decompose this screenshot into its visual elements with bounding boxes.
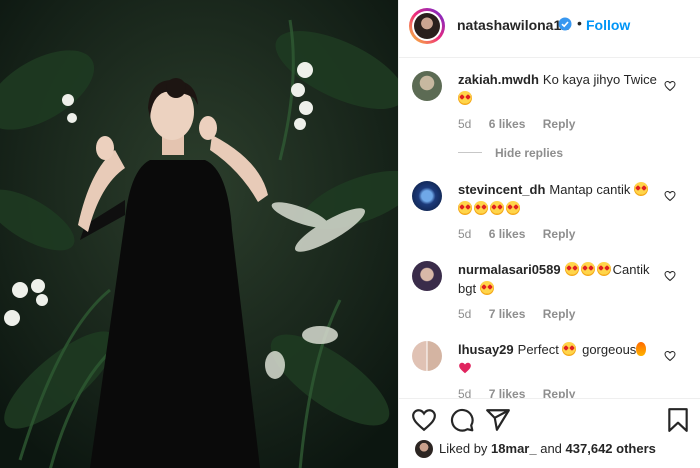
commenter-username[interactable]: zakiah.mwdh xyxy=(458,72,539,87)
post-photo[interactable] xyxy=(0,0,398,468)
follow-button[interactable]: Follow xyxy=(586,17,630,33)
comment-text-block: stevincent_dh Mantap cantik xyxy=(458,180,658,218)
comment-likes[interactable]: 6 likes xyxy=(489,117,526,131)
comment-meta: 5d 6 likes Reply xyxy=(458,227,589,241)
likes-prefix: Liked by xyxy=(439,441,488,456)
likes-summary: Liked by 18mar_ and 437,642 others xyxy=(439,441,656,456)
star-struck-emoji xyxy=(562,342,577,356)
like-comment-heart-icon[interactable] xyxy=(664,270,676,282)
likes-count[interactable]: 437,642 others xyxy=(566,441,656,456)
reply-button[interactable]: Reply xyxy=(543,227,576,241)
like-comment-heart-icon[interactable] xyxy=(664,350,676,362)
hide-replies-line xyxy=(458,152,482,153)
commenter-avatar[interactable] xyxy=(412,261,442,291)
star-struck-emoji xyxy=(458,91,472,105)
comment-text-2: gorgeous xyxy=(582,342,637,357)
star-struck-emoji xyxy=(458,201,472,215)
commenter-avatar[interactable] xyxy=(412,341,442,371)
verified-icon xyxy=(558,17,572,31)
star-struck-emoji xyxy=(474,201,488,215)
comment-time: 5d xyxy=(458,227,472,241)
comment-likes[interactable]: 6 likes xyxy=(489,227,526,241)
star-struck-emoji xyxy=(506,201,520,215)
red-heart-emoji xyxy=(459,362,471,374)
hide-replies-button[interactable]: Hide replies xyxy=(495,146,563,160)
comment-text: Ko kaya jihyo Twice xyxy=(542,72,657,87)
commenter-avatar[interactable] xyxy=(412,71,442,101)
commenter-username[interactable]: nurmalasari0589 xyxy=(458,262,561,277)
commenter-username[interactable]: stevincent_dh xyxy=(458,182,545,197)
star-struck-emoji xyxy=(580,262,595,276)
author-username[interactable]: natashawilona12 xyxy=(457,17,569,33)
comment-meta: 5d 6 likes Reply xyxy=(458,117,589,131)
share-icon[interactable] xyxy=(485,407,511,433)
bookmark-icon[interactable] xyxy=(665,407,691,433)
like-comment-heart-icon[interactable] xyxy=(664,190,676,202)
star-struck-emoji xyxy=(490,201,504,215)
reply-button[interactable]: Reply xyxy=(543,117,576,131)
comment-icon[interactable] xyxy=(449,407,475,433)
star-struck-emoji xyxy=(564,262,579,276)
commenter-username[interactable]: lhusay29 xyxy=(458,342,514,357)
post-actions-bar xyxy=(399,398,700,468)
comment-text-block: zakiah.mwdh Ko kaya jihyo Twice xyxy=(458,70,658,108)
star-struck-emoji xyxy=(596,262,611,276)
comment-time: 5d xyxy=(458,117,472,131)
comment-text: Mantap cantik xyxy=(549,182,631,197)
comment-text-block: lhusay29 Perfect gorgeous xyxy=(458,340,658,378)
reply-button[interactable]: Reply xyxy=(543,307,576,321)
post-header: natashawilona12 • Follow xyxy=(399,0,700,58)
comments-panel: natashawilona12 • Follow zakiah.mwdh Ko k… xyxy=(398,0,700,468)
star-struck-emoji xyxy=(479,281,494,295)
commenter-avatar[interactable] xyxy=(412,181,442,211)
heart-icon[interactable] xyxy=(411,407,437,433)
liked-by-avatar[interactable] xyxy=(415,440,433,458)
comment-likes[interactable]: 7 likes xyxy=(489,307,526,321)
comment-text: Perfect xyxy=(517,342,559,357)
comment-text-block: nurmalasari0589 Cantik bgt xyxy=(458,260,658,298)
comment-time: 5d xyxy=(458,307,472,321)
like-comment-heart-icon[interactable] xyxy=(664,80,676,92)
star-struck-emoji xyxy=(633,182,648,196)
photo-illustration xyxy=(0,0,398,468)
separator-dot: • xyxy=(577,15,582,31)
liked-by-user[interactable]: 18mar_ xyxy=(491,441,537,456)
comment-meta: 5d 7 likes Reply xyxy=(458,307,589,321)
likes-middle: and xyxy=(540,441,562,456)
fire-emoji xyxy=(636,342,647,356)
author-avatar[interactable] xyxy=(409,8,445,44)
